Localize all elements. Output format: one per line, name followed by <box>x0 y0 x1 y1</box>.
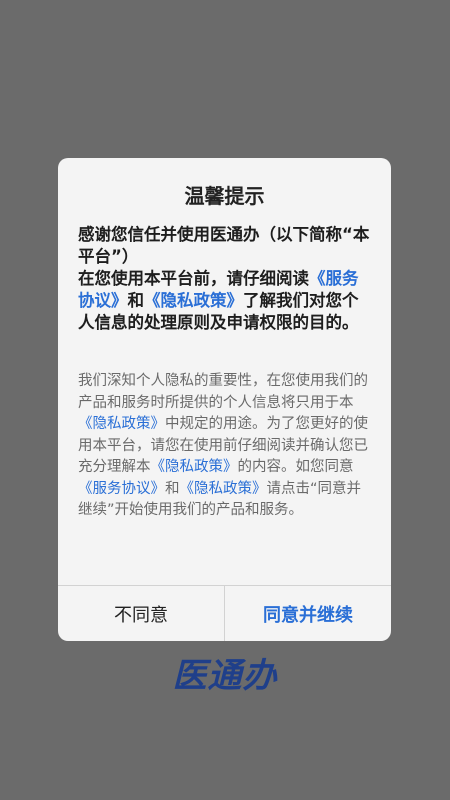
privacy-policy-link[interactable]: 《隐私政策》 <box>180 481 267 497</box>
dialog-button-row: 不同意 同意并继续 <box>58 585 391 641</box>
intro-text: 感谢您信任并使用医通办（以下简称“本平台”） <box>78 225 370 266</box>
dialog-title: 温馨提示 <box>184 184 265 208</box>
dialog-intro: 感谢您信任并使用医通办（以下简称“本平台”） 在您使用本平台前，请仔细阅读《服务… <box>78 224 374 334</box>
disagree-button[interactable]: 不同意 <box>58 586 225 641</box>
app-logo: 医通办 <box>172 656 278 696</box>
privacy-policy-link[interactable]: 《隐私政策》 <box>144 291 243 310</box>
intro-text: 在您使用本平台前，请仔细阅读 <box>78 269 309 288</box>
body-text: 的内容。如您同意 <box>237 459 354 475</box>
privacy-policy-link[interactable]: 《隐私政策》 <box>78 416 165 432</box>
privacy-dialog: 温馨提示 感谢您信任并使用医通办（以下简称“本平台”） 在您使用本平台前，请仔细… <box>58 158 391 641</box>
body-text: 和 <box>165 480 180 497</box>
app-screen: 医通办 温馨提示 感谢您信任并使用医通办（以下简称“本平台”） 在您使用本平台前… <box>0 0 450 800</box>
body-text: 我们深知个人隐私的重要性，在您使用我们的产品和服务时所提供的个人信息将只用于本 <box>78 373 368 411</box>
dialog-body: 我们深知个人隐私的重要性，在您使用我们的产品和服务时所提供的个人信息将只用于本《… <box>78 371 372 522</box>
agree-continue-button[interactable]: 同意并继续 <box>225 586 391 641</box>
service-agreement-link[interactable]: 《服务协议》 <box>78 481 165 497</box>
privacy-policy-link[interactable]: 《隐私政策》 <box>151 459 238 475</box>
intro-text: 和 <box>127 291 145 310</box>
